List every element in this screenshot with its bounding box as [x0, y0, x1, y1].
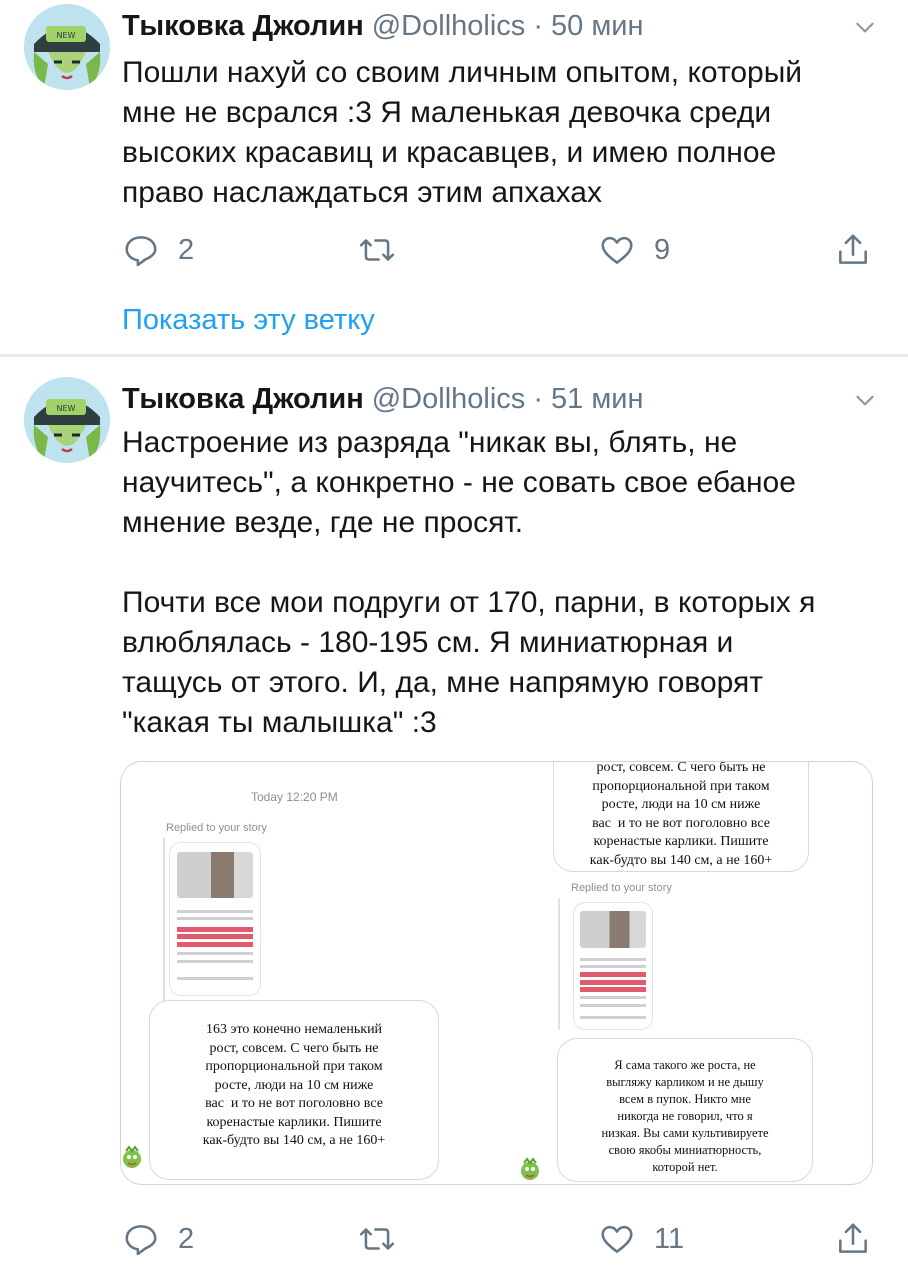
chevron-down-icon[interactable]: [852, 14, 878, 40]
show-thread-link[interactable]: Показать эту ветку: [122, 304, 375, 337]
retweet-button[interactable]: [358, 230, 414, 270]
reply-icon: [125, 1225, 157, 1256]
message-bubble: Я сама такого же роста, не выгляжу карли…: [557, 1038, 813, 1182]
share-icon: [839, 1223, 867, 1253]
author-name[interactable]: Тыковка Джолин: [122, 10, 364, 42]
sticker-icon: [521, 1157, 539, 1180]
like-button[interactable]: 11: [598, 1219, 684, 1259]
reply-line: [558, 898, 560, 1030]
reply-count: 2: [178, 1222, 195, 1255]
dm-date: Today 12:20 PM: [251, 790, 338, 804]
tweet-text: Настроение из разряда "никак вы, блять, …: [122, 426, 816, 739]
reply-button[interactable]: 2: [122, 230, 194, 270]
retweet-icon: [359, 1228, 395, 1250]
tweet[interactable]: NEW Тыковка Джолин @Dollholics · 51 мин Н…: [0, 357, 908, 1280]
reply-count: 2: [178, 233, 195, 266]
handle-and-time[interactable]: @Dollholics · 51 мин: [372, 383, 644, 415]
story-thumbnail: [169, 842, 261, 996]
like-count: 11: [654, 1222, 685, 1255]
share-icon: [839, 234, 867, 264]
share-button[interactable]: [834, 230, 872, 270]
tweet-media-image[interactable]: Today 12:20 PM Replied to your story 163…: [120, 761, 873, 1185]
like-icon: [601, 1225, 633, 1253]
message-bubble: 163 это конечно немаленький рост, совсем…: [149, 1000, 439, 1180]
like-icon: [601, 236, 633, 264]
story-thumbnail: [573, 902, 653, 1030]
reply-button[interactable]: 2: [122, 1219, 194, 1259]
tweet-text: Пошли нахуй со своим личным опытом, кото…: [122, 56, 803, 209]
retweet-icon: [359, 239, 395, 261]
tweet-header: Тыковка Джолин @Dollholics · 51 мин: [122, 379, 878, 419]
avatar[interactable]: NEW: [24, 377, 110, 463]
share-button[interactable]: [834, 1219, 872, 1259]
chevron-down-icon[interactable]: [852, 387, 878, 413]
author-name[interactable]: Тыковка Джолин: [122, 383, 364, 415]
tweet[interactable]: NEW Тыковка Джолин @Dollholics · 50 мин П…: [0, 0, 908, 355]
retweet-button[interactable]: [358, 1219, 414, 1259]
tweet-actions: 2 9: [122, 230, 882, 270]
svg-text:NEW: NEW: [57, 31, 76, 40]
like-count: 9: [654, 233, 671, 266]
message-bubble: рост, совсем. С чего быть не пропорциона…: [553, 762, 809, 872]
like-button[interactable]: 9: [598, 230, 670, 270]
tweet-actions: 2 11: [122, 1219, 882, 1259]
sticker-icon: [123, 1145, 141, 1168]
handle-and-time[interactable]: @Dollholics · 50 мин: [372, 10, 644, 42]
tweet-header: Тыковка Джолин @Dollholics · 50 мин: [122, 6, 878, 46]
svg-text:NEW: NEW: [57, 404, 76, 413]
reply-icon: [125, 236, 157, 267]
reply-line: [163, 838, 165, 1006]
replied-label: Replied to your story: [571, 882, 672, 894]
replied-label: Replied to your story: [166, 822, 267, 834]
avatar[interactable]: NEW: [24, 4, 110, 90]
